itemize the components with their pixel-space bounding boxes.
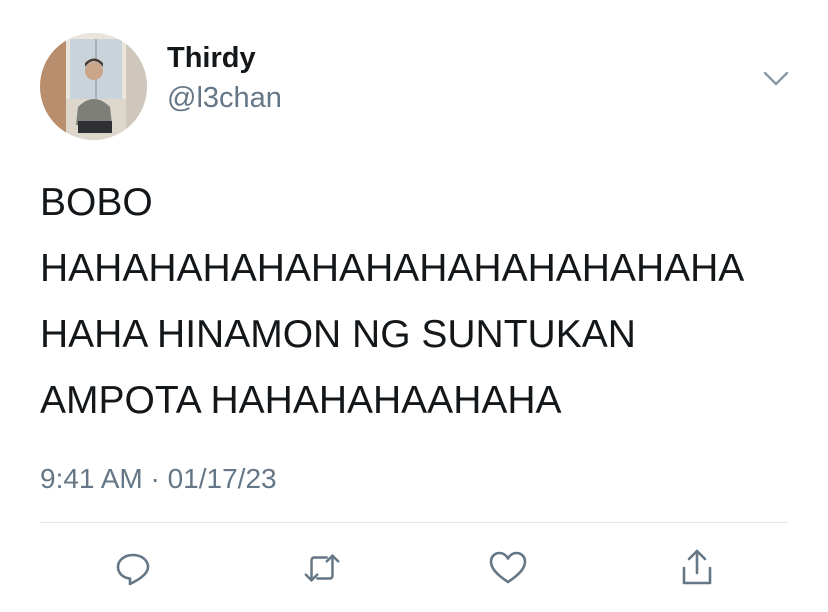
reply-icon [116,553,150,586]
display-name[interactable]: Thirdy [167,40,256,76]
retweet-button[interactable] [302,548,342,588]
share-button[interactable] [677,548,717,588]
reply-button[interactable] [113,548,153,588]
retweet-icon [304,554,340,582]
tweet-text-line: AMPOTA HAHAHAHAAHAHA [40,379,562,422]
like-icon [489,551,527,584]
tweet-text-line: BOBO [40,181,153,224]
tweet-text: BOBO HAHAHAHAHAHAHAHAHAHAHAHAHA HAHA HIN… [40,170,800,434]
avatar-photo [40,33,147,140]
like-button[interactable] [488,548,528,588]
chevron-down-icon[interactable] [760,64,792,92]
tweet-text-line: HAHAHAHAHAHAHAHAHAHAHAHAHA [40,247,745,290]
avatar[interactable] [40,33,147,140]
tweet-timestamp[interactable]: 9:41 AM · 01/17/23 [40,461,277,497]
user-handle[interactable]: @l3chan [167,80,282,116]
divider [40,522,788,523]
share-icon [682,549,712,585]
tweet-text-line: HAHA HINAMON NG SUNTUKAN [40,313,636,356]
